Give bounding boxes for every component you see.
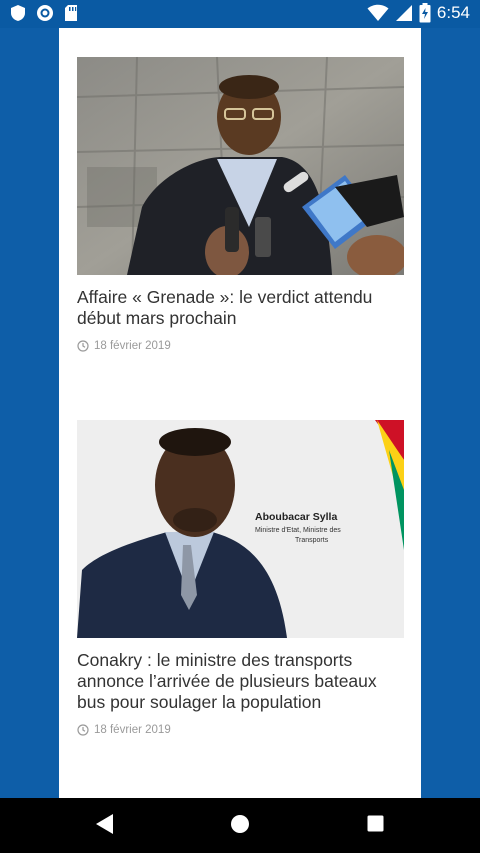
navigation-bar bbox=[0, 798, 480, 853]
image-caption-name: Aboubacar Sylla bbox=[255, 511, 337, 523]
article-meta: 18 février 2019 bbox=[77, 724, 404, 736]
wifi-icon bbox=[367, 4, 389, 22]
image-caption-role: Ministre d'Etat, Ministre des bbox=[255, 527, 341, 534]
sd-card-icon bbox=[64, 4, 78, 22]
signal-icon bbox=[395, 4, 413, 22]
article-title[interactable]: Affaire « Grenade »: le verdict attendu … bbox=[77, 287, 404, 329]
circle-icon bbox=[36, 4, 54, 22]
article-meta: 18 février 2019 bbox=[77, 340, 404, 352]
battery-icon bbox=[419, 3, 431, 23]
home-icon[interactable] bbox=[230, 813, 250, 835]
article-date: 18 février 2019 bbox=[94, 340, 171, 352]
article-date: 18 février 2019 bbox=[94, 724, 171, 736]
article-card[interactable]: Affaire « Grenade »: le verdict attendu … bbox=[77, 57, 404, 352]
image-caption-role-line2: Transports bbox=[295, 537, 329, 544]
article-image[interactable] bbox=[77, 57, 404, 275]
clock-icon bbox=[77, 724, 89, 736]
article-image[interactable]: Aboubacar Sylla Ministre d'Etat, Ministr… bbox=[77, 420, 404, 638]
clock-icon bbox=[77, 340, 89, 352]
recents-icon[interactable] bbox=[366, 813, 386, 835]
back-icon[interactable] bbox=[95, 813, 115, 835]
status-time: 6:54 bbox=[436, 3, 470, 22]
article-list: Affaire « Grenade »: le verdict attendu … bbox=[59, 28, 421, 798]
status-bar: 6:54 bbox=[0, 0, 480, 28]
shield-icon bbox=[10, 4, 26, 22]
article-card[interactable]: Aboubacar Sylla Ministre d'Etat, Ministr… bbox=[77, 420, 404, 736]
article-title[interactable]: Conakry : le ministre des transports ann… bbox=[77, 650, 404, 713]
